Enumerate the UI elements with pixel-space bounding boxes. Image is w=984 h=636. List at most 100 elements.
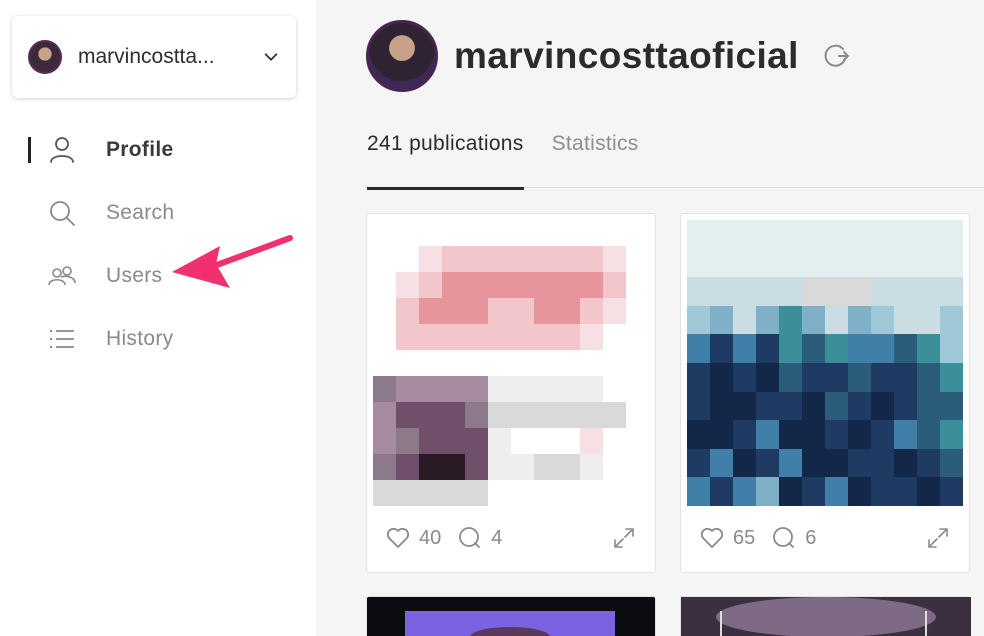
pixel [465,454,488,480]
pixel [825,420,848,449]
pixel [626,220,649,246]
pixel [710,248,733,278]
pixel [396,220,419,246]
pixel [442,324,465,350]
comments-stat[interactable]: 4 [457,525,502,551]
pixel [894,363,917,392]
pixel [373,480,396,506]
pixel [779,305,802,335]
pixel [580,428,603,454]
pixel [580,246,603,272]
pixel [442,246,465,272]
pixel [396,298,419,324]
post-card[interactable]: 65 6 [680,213,970,573]
pixel [534,350,557,376]
pixel [488,454,511,480]
pixel [710,391,733,421]
pixel [534,454,557,480]
pixel [710,477,733,506]
sidebar-item-profile[interactable]: Profile [0,118,316,181]
comments-stat[interactable]: 6 [771,525,816,551]
pixel [580,402,603,428]
pixel [373,402,396,428]
pixel [626,246,649,272]
search-icon [50,200,75,226]
pixel [825,248,848,278]
pixel [687,448,710,478]
tab-statistics[interactable]: Statistics [552,128,639,188]
pixel [603,220,626,246]
comment-icon [773,527,795,548]
pixel [871,248,894,278]
pixel [848,477,871,506]
post-card[interactable] [366,596,656,636]
list-icon [50,329,74,348]
pixel [733,248,756,278]
pixel [894,305,917,335]
post-card[interactable]: 40 4 [366,213,656,573]
pixel [603,480,626,506]
post-image [681,597,971,636]
pixel [779,277,802,306]
pixel [603,376,626,402]
pixel [557,402,580,428]
profile-tabs: 241 publications Statistics [367,128,984,190]
pixel [580,272,603,298]
comment-icon [459,527,481,548]
chevron-down-icon [264,53,278,61]
sidebar-item-history[interactable]: History [0,307,316,370]
tab-publications[interactable]: 241 publications [367,128,524,190]
pixel [802,220,825,249]
pixel [580,350,603,376]
post-card[interactable] [680,596,971,636]
post-footer: 40 4 [367,504,655,572]
pixel [710,334,733,363]
pixel [442,272,465,298]
pixel [373,272,396,298]
pixel [940,277,963,306]
post-footer: 65 6 [681,504,969,572]
pixel [419,220,442,246]
pixel [940,220,963,249]
pixel [917,277,940,306]
likes-stat[interactable]: 65 [699,525,755,551]
pixel [396,376,419,402]
account-switcher[interactable]: marvincostta... [12,16,296,98]
pixel [557,480,580,506]
pixel [373,350,396,376]
pixel [511,350,534,376]
pixel [603,272,626,298]
pixel [917,477,940,506]
post-image [405,611,615,636]
expand-icon[interactable] [611,525,637,551]
pixel [396,454,419,480]
pixel [687,334,710,363]
expand-icon[interactable] [925,525,951,551]
pixel [733,277,756,306]
pixel [465,376,488,402]
pixel [419,324,442,350]
pixel [626,324,649,350]
pixel [373,454,396,480]
pixel [848,363,871,392]
pixel [534,272,557,298]
pixel [419,402,442,428]
pixel [603,350,626,376]
pixel [465,480,488,506]
pixel-grid [373,220,649,506]
pixel [442,480,465,506]
pixel [802,305,825,335]
pixel [488,350,511,376]
pixel [396,480,419,506]
pixel [779,248,802,278]
pixel [848,277,871,306]
account-name: marvincostta... [78,45,215,68]
profile-header: marvincosttaoficial [366,20,853,92]
likes-count: 65 [733,526,756,549]
main-content: marvincosttaoficial 241 publications Sta… [316,0,984,636]
refresh-button[interactable] [819,39,853,73]
likes-stat[interactable]: 40 [385,525,441,551]
sidebar-item-label: Users [106,263,163,287]
pixel [687,220,710,249]
pixel [488,324,511,350]
